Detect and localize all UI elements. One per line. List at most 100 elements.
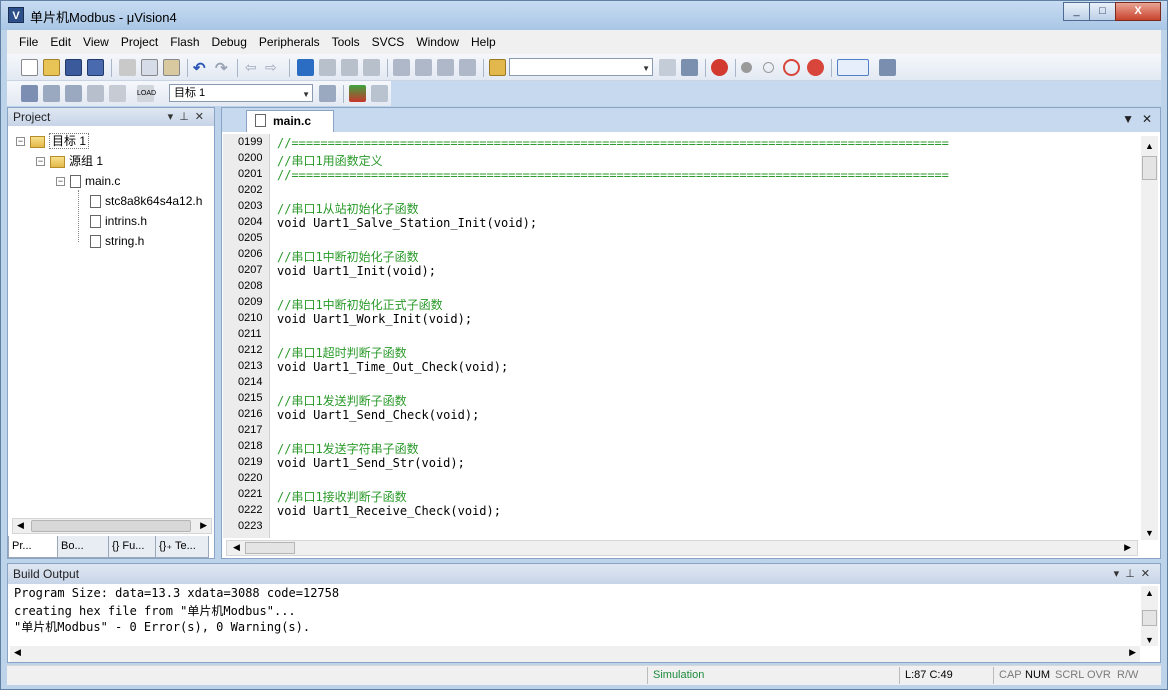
stop-build-icon[interactable] [109,85,126,102]
menu-edit[interactable]: Edit [44,30,77,54]
navigate-forward-icon[interactable]: ⇨ [265,59,282,76]
debug-session-icon[interactable] [711,59,728,76]
rebuild-icon[interactable] [65,85,82,102]
maximize-button[interactable]: □ [1089,2,1116,21]
open-file-icon[interactable] [43,59,60,76]
project-pane-header: Project ▾⊥✕ [8,108,214,126]
scroll-thumb[interactable] [245,542,295,554]
tree-item-target[interactable]: 目标 1 [30,132,90,150]
configure-icon[interactable] [879,59,896,76]
load-icon[interactable]: LOAD [137,85,156,102]
menu-flash[interactable]: Flash [164,30,205,54]
disable-breakpoint-icon[interactable] [763,62,774,73]
collapse-group-icon[interactable]: − [36,157,45,166]
editor-hscroll[interactable]: ◀ ▶ [226,540,1138,556]
tab-label: main.c [273,114,312,128]
menu-tools[interactable]: Tools [326,30,366,54]
build-output-pane: Build Output ▾⊥✕ Program Size: data=13.3… [7,563,1161,663]
tab-main-c[interactable]: main.c [246,110,334,132]
menu-file[interactable]: File [13,30,44,54]
new-file-icon[interactable] [21,59,38,76]
window-layout-icon[interactable] [837,59,869,76]
tree-item-header[interactable]: string.h [90,232,144,250]
collapse-target-icon[interactable]: − [16,137,25,146]
breakpoint-icon[interactable] [741,62,752,73]
collapse-file-icon[interactable]: − [56,177,65,186]
menu-debug[interactable]: Debug [206,30,253,54]
tree-item-main-c[interactable]: main.c [70,172,120,190]
manage-components-icon[interactable] [349,85,366,102]
find-in-files-icon[interactable] [489,59,506,76]
copy-icon[interactable] [141,59,158,76]
title-bar[interactable]: V 单片机Modbus - μVision4 _ □ X [1,1,1167,30]
tab-project[interactable]: Pr... [8,536,58,558]
editor-pane: main.c ▼ ✕ 0199 0200 0201 0202 0203 0204 0205 0… [221,107,1161,559]
scroll-thumb[interactable] [1142,156,1157,180]
undo-icon[interactable]: ↶ [193,59,210,77]
pin-icon[interactable]: ⊥ [1125,568,1141,580]
scroll-thumb[interactable] [31,520,191,532]
project-hscroll[interactable]: ◀ ▶ [12,518,212,534]
build-vscroll[interactable]: ▲ ▼ [1141,586,1158,646]
disable-all-breakpoints-icon[interactable] [783,59,800,76]
menu-peripherals[interactable]: Peripherals [253,30,326,54]
menu-svcs[interactable]: SVCS [366,30,411,54]
line-number: 0223 [238,520,263,532]
save-all-icon[interactable] [87,59,104,76]
build-hscroll[interactable]: ◀ ▶ [10,646,1140,662]
line-number: 0200 [238,152,263,164]
build-output-line: Program Size: data=13.3 xdata=3088 code=… [14,586,340,600]
kill-all-breakpoints-icon[interactable] [807,59,824,76]
uvision-app-icon[interactable]: V [8,7,24,23]
pane-close-icon[interactable]: ✕ [195,111,210,123]
code-area[interactable]: //======================================… [271,134,1139,538]
menu-window[interactable]: Window [410,30,465,54]
next-bookmark-icon[interactable] [341,59,358,76]
bookmark-icon[interactable] [297,59,314,76]
navigate-back-icon[interactable]: ⇦ [245,59,262,76]
tab-books[interactable]: Bo... [57,536,109,558]
code-comment: //串口1中断初始化子函数 [277,250,419,264]
batch-build-icon[interactable] [87,85,104,102]
find-combo[interactable]: ▼ [509,58,653,76]
unindent-icon[interactable] [415,59,432,76]
clear-bookmarks-icon[interactable] [363,59,380,76]
build-icon[interactable] [43,85,60,102]
prev-bookmark-icon[interactable] [319,59,336,76]
manage-books-icon[interactable] [371,85,388,102]
tab-functions[interactable]: {} Fu... [108,536,156,558]
close-button[interactable]: X [1115,2,1161,21]
menu-project[interactable]: Project [115,30,164,54]
uncomment-icon[interactable] [459,59,476,76]
paste-icon[interactable] [163,59,180,76]
tree-item-header[interactable]: intrins.h [90,212,147,230]
redo-icon[interactable]: ↷ [215,59,232,77]
tab-list-icon[interactable]: ▼ [1122,112,1134,126]
comment-icon[interactable] [437,59,454,76]
tree-item-header[interactable]: stc8a8k64s4a12.h [90,192,202,210]
menu-help[interactable]: Help [465,30,502,54]
line-number: 0209 [238,296,263,308]
tab-templates[interactable]: {}₊ Te... [155,536,209,558]
pane-menu-icon[interactable]: ▾ [168,111,180,123]
pin-icon[interactable]: ⊥ [179,111,195,123]
translate-icon[interactable] [21,85,38,102]
save-icon[interactable] [65,59,82,76]
menu-view[interactable]: View [77,30,115,54]
line-number: 0206 [238,248,263,260]
target-select[interactable]: 目标 1 ▼ [169,84,313,102]
editor-vscroll[interactable]: ▲ ▼ [1141,136,1158,540]
scroll-thumb[interactable] [1142,610,1157,626]
find-icon[interactable] [659,59,676,76]
pane-close-icon[interactable]: ✕ [1141,568,1156,580]
tree-item-group[interactable]: 源组 1 [50,152,103,170]
indent-icon[interactable] [393,59,410,76]
pane-menu-icon[interactable]: ▾ [1114,568,1126,580]
tree-label: intrins.h [105,214,148,228]
minimize-button[interactable]: _ [1063,2,1090,21]
close-tab-icon[interactable]: ✕ [1142,112,1152,126]
target-options-icon[interactable] [319,85,336,102]
incremental-find-icon[interactable] [681,59,698,76]
line-number: 0222 [238,504,263,516]
cut-icon[interactable] [119,59,136,76]
